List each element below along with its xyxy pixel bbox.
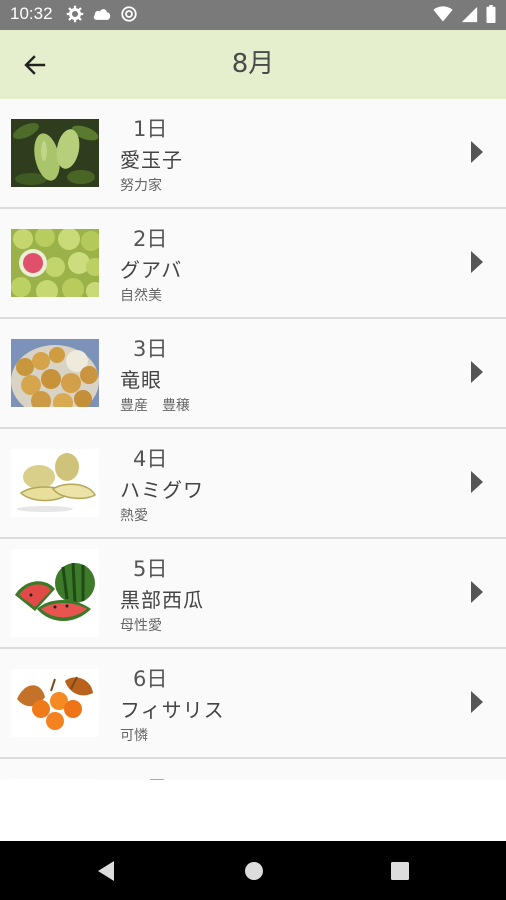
fruit-thumbnail-watermelon	[11, 549, 99, 637]
status-left-icons	[66, 5, 138, 23]
page-title: 8月	[231, 49, 275, 79]
day-label: 7日	[133, 773, 167, 780]
chevron-right-icon	[470, 359, 486, 385]
list-item[interactable]: 1日 愛玉子 努力家	[0, 99, 506, 207]
day-label: 1日	[133, 117, 168, 141]
recent-apps-square-icon	[391, 862, 409, 880]
chevron-right-icon	[470, 469, 486, 495]
list-item[interactable]: 5日 黒部西瓜 母性愛	[0, 539, 506, 647]
fruit-list[interactable]: 1日 愛玉子 努力家 2日 グアバ 自然美 3日 竜眼 豊産 豊穣 4日 ハミグ…	[0, 99, 506, 780]
fruit-meaning: 母性愛	[120, 618, 162, 634]
fruit-meaning: 努力家	[120, 178, 162, 194]
day-label: 3日	[133, 337, 168, 361]
fruit-name: フィサリス	[120, 698, 225, 722]
day-label: 4日	[133, 447, 168, 471]
fruit-thumbnail-hami-melon	[11, 449, 99, 517]
nav-back-button[interactable]	[96, 860, 116, 886]
fruit-name: ハミグワ	[120, 478, 204, 502]
at-sign-icon	[121, 6, 137, 22]
chevron-right-icon	[470, 579, 486, 605]
fruit-thumbnail-physalis	[11, 669, 99, 737]
nav-home-button[interactable]	[243, 860, 265, 886]
bottom-spacer	[0, 780, 506, 841]
list-item[interactable]: 3日 竜眼 豊産 豊穣	[0, 319, 506, 427]
list-item[interactable]: 2日 グアバ 自然美	[0, 209, 506, 317]
arrow-left-icon	[24, 55, 46, 75]
app-bar: 8月	[0, 30, 506, 99]
fruit-thumbnail-guava	[11, 229, 99, 297]
status-right-icons	[433, 5, 496, 23]
chevron-right-icon	[470, 249, 486, 275]
chevron-right-icon	[470, 689, 486, 715]
list-item[interactable]: 7日	[0, 759, 506, 780]
day-label: 6日	[133, 667, 168, 691]
home-circle-icon	[245, 862, 263, 880]
day-label: 2日	[133, 227, 168, 251]
chevron-right-icon	[470, 139, 486, 165]
wifi-icon	[433, 6, 453, 22]
list-item[interactable]: 4日 ハミグワ 熱愛	[0, 429, 506, 537]
fruit-name: 竜眼	[120, 368, 162, 392]
list-item[interactable]: 6日 フィサリス 可憐	[0, 649, 506, 757]
status-bar: 10:32	[0, 0, 506, 30]
gear-icon	[66, 5, 84, 23]
day-label: 5日	[133, 557, 168, 581]
fruit-thumbnail-aiyu	[11, 119, 99, 187]
fruit-name: 黒部西瓜	[120, 588, 204, 612]
fruit-meaning: 熱愛	[120, 508, 148, 524]
fruit-meaning: 可憐	[120, 728, 148, 744]
signal-icon	[461, 6, 478, 22]
fruit-meaning: 自然美	[120, 288, 162, 304]
system-nav-bar	[0, 841, 506, 900]
battery-icon	[486, 5, 496, 23]
nav-recent-apps-button[interactable]	[390, 861, 410, 885]
cloud-icon	[93, 9, 111, 20]
back-button[interactable]	[18, 48, 52, 82]
fruit-name: グアバ	[120, 258, 183, 282]
status-time: 10:32	[10, 4, 53, 23]
back-triangle-icon	[98, 861, 114, 881]
fruit-thumbnail-longan	[11, 339, 99, 407]
fruit-name: 愛玉子	[120, 148, 183, 172]
fruit-meaning: 豊産 豊穣	[120, 398, 190, 414]
